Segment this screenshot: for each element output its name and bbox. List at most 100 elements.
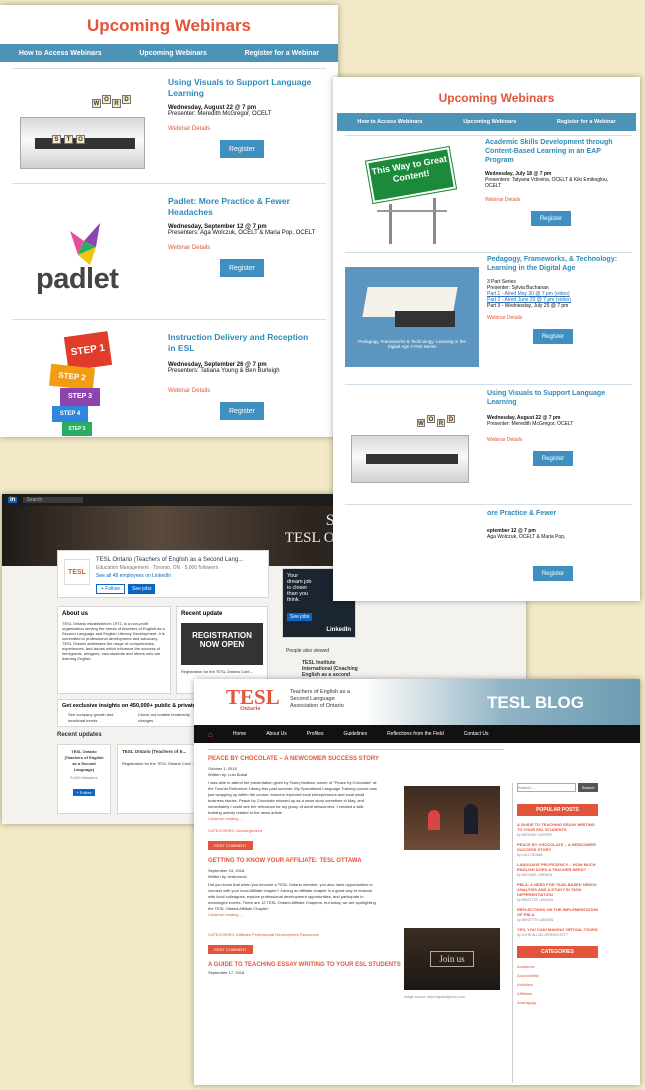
webinar-title[interactable]: Using Visuals to Support Language Learni…	[168, 77, 318, 99]
webinars-title: Upcoming Webinars	[438, 91, 555, 105]
padlet-logo-text: padlet	[36, 263, 119, 295]
steps-image: STEP 1 STEP 2 STEP 3 STEP 4 STEP 5	[12, 326, 160, 437]
related-org[interactable]: TESL Institute International (Coaching E…	[302, 660, 362, 678]
category-link[interactable]: Andragogy	[517, 1000, 598, 1006]
continue-reading[interactable]: Continue reading →	[208, 912, 504, 918]
webinar-item: W O R D Using Visuals to Support Languag…	[345, 385, 632, 505]
webinars-nav: How to Access Webinars Upcoming Webinars…	[0, 44, 338, 62]
nav-register[interactable]: Register for a Webinar	[245, 50, 320, 57]
webinar-item: Pedagogy, Frameworks & Technology: Learn…	[345, 253, 632, 385]
register-button[interactable]: Register	[220, 140, 264, 158]
webinar-item: ore Practice & Fewer eptember 12 @ 7 pm …	[345, 505, 632, 601]
blog-sidebar: Search POPULAR POSTS A GUIDE TO TEACHING…	[512, 783, 598, 1083]
category-link[interactable]: Affiliates	[517, 991, 598, 997]
about-title: About us	[62, 611, 88, 617]
org-full-name: Teachers of English as a Second Language…	[290, 689, 350, 709]
post-excerpt: I was able to attend the presentation gi…	[208, 780, 377, 815]
post-title[interactable]: GETTING TO KNOW YOUR AFFILIATE: TESL OTT…	[208, 858, 504, 864]
webinar-title[interactable]: Academic Skills Development through Cont…	[485, 138, 624, 165]
webinars-panel-left: Upcoming Webinars How to Access Webinars…	[0, 5, 338, 437]
categories-list: Academic Accessibility Activities Affili…	[517, 964, 598, 1006]
tesl-blog-panel: TESL Ontario Teachers of English as a Se…	[194, 679, 640, 1085]
tesl-logo: TESL Ontario	[226, 685, 280, 712]
post-excerpt: Did you know that when you become a TESL…	[208, 882, 376, 911]
post-comment-button[interactable]: POST COMMENT	[208, 841, 253, 850]
about-text: TESL Ontario established in 1972, is a n…	[62, 621, 165, 661]
followers: 5,000 followers	[70, 775, 98, 780]
webinar-title[interactable]: Using Visuals to Support Language Learni…	[487, 389, 624, 407]
reg-banner-line2: NOW OPEN	[199, 640, 245, 649]
popular-item[interactable]: PEACE BY CHOCOLATE – A NEWCOMER SUCCESS …	[517, 842, 598, 858]
webinar-details-link[interactable]: Webinar Details	[487, 315, 624, 321]
org-card: TESL TESL Ontario (Teachers of English a…	[57, 550, 269, 598]
category-link[interactable]: Accessibility	[517, 973, 598, 979]
see-jobs-button[interactable]: See jobs	[128, 584, 156, 594]
popular-item[interactable]: PBLA: A NEED FOR TASK-BASED NEEDS ANALYS…	[517, 882, 598, 903]
follow-button-2[interactable]: + Follow	[73, 789, 95, 796]
nav-guidelines[interactable]: Guidelines	[343, 731, 367, 737]
webinar-item: STEP 1 STEP 2 STEP 3 STEP 4 STEP 5 Instr…	[12, 320, 326, 437]
about-card: About us TESL Ontario established in 197…	[57, 606, 171, 694]
nav-reflections[interactable]: Reflections from the Field	[387, 731, 444, 737]
org-meta: Education Management · Toronto, ON · 5,0…	[96, 565, 219, 571]
part-3: Part 3 - Wednesday, July 25 @ 7 pm	[487, 303, 569, 309]
recent-updates-title: Recent updates	[57, 732, 102, 738]
category-link[interactable]: Academic	[517, 964, 598, 970]
sign-text: This Way to Great Content!	[364, 145, 458, 205]
webinar-presenter: Presenters: Tatiana Young & Ben Burleigh	[168, 368, 280, 374]
popular-item[interactable]: A GUIDE TO TEACHING ESSAY WRITING TO YOU…	[517, 822, 598, 838]
register-button[interactable]: Register	[220, 402, 264, 420]
insight-2: Check out notable leadership changes	[138, 712, 190, 723]
insight-1: See company growth and functional trends	[68, 712, 114, 723]
webinar-details-link[interactable]: Webinar Details	[168, 388, 318, 394]
nav-upcoming[interactable]: Upcoming Webinars	[139, 50, 207, 57]
follow-button[interactable]: + Follow	[96, 584, 125, 594]
home-icon[interactable]: ⌂	[208, 730, 213, 739]
register-button[interactable]: Register	[533, 566, 573, 581]
image-credit: Image source: www.bigstockphoto.com	[404, 995, 465, 999]
nav-register[interactable]: Register for a Webinar	[557, 119, 616, 125]
post-title[interactable]: PEACE BY CHOCOLATE – A NEWCOMER SUCCESS …	[208, 756, 504, 762]
people-viewed: People also viewed	[286, 648, 330, 654]
employees-link[interactable]: See all 48 employees on LinkedIn	[96, 573, 171, 579]
popular-item[interactable]: REFLECTIONS ON THE IMPLEMENTATION OF PBL…	[517, 907, 598, 923]
ad-button[interactable]: See jobs	[287, 613, 313, 621]
registration-image[interactable]: REGISTRATION NOW OPEN	[181, 623, 263, 665]
linkedin-search[interactable]: Search	[23, 497, 84, 503]
blog-nav: ⌂ Home About Us Profiles Guidelines Refl…	[194, 725, 640, 743]
nav-upcoming[interactable]: Upcoming Webinars	[463, 119, 516, 125]
webinar-details-link[interactable]: Webinar Details	[487, 437, 624, 443]
post-card: TESL Ontario (Teachers of English as a S…	[57, 744, 111, 814]
webinar-details-link[interactable]: Webinar Details	[168, 245, 318, 251]
nav-contact[interactable]: Contact Us	[464, 731, 489, 737]
webinar-title[interactable]: Padlet: More Practice & Fewer Headaches	[168, 196, 318, 218]
book-image: W O R D S T O	[12, 73, 160, 181]
blog-banner-title: TESL BLOG	[487, 693, 584, 712]
nav-home[interactable]: Home	[233, 731, 246, 737]
register-button[interactable]: Register	[533, 329, 573, 344]
nav-how-to-access[interactable]: How to Access Webinars	[19, 50, 102, 57]
webinar-item: W O R D S T O Using Visuals to Support L…	[12, 68, 326, 184]
nav-profiles[interactable]: Profiles	[307, 731, 324, 737]
search-input[interactable]	[517, 783, 577, 792]
register-button[interactable]: Register	[220, 259, 264, 277]
post-author: Written by: Lulu Bobal	[208, 772, 248, 777]
register-button[interactable]: Register	[533, 451, 573, 466]
reg-caption: Registration for the TESL Ontario Conf..…	[181, 669, 253, 674]
great-content-sign: This Way to Great Content!	[345, 140, 477, 250]
webinar-title[interactable]: Instruction Delivery and Reception in ES…	[168, 332, 318, 354]
post-comment-button[interactable]: POST COMMENT	[208, 945, 253, 954]
webinar-details-link[interactable]: Webinar Details	[485, 197, 624, 203]
nav-how-to-access[interactable]: How to Access Webinars	[357, 119, 422, 125]
webinar-title[interactable]: Pedagogy, Frameworks, & Technology: Lear…	[487, 255, 624, 273]
popular-item[interactable]: LANGUAGE PROFICIENCY – HOW MUCH ENGLISH …	[517, 862, 598, 878]
blog-main: PEACE BY CHOCOLATE – A NEWCOMER SUCCESS …	[208, 749, 504, 1083]
webinar-title-partial[interactable]: ore Practice & Fewer	[487, 509, 624, 518]
post-org: TESL Ontario (Teachers of English as a S…	[64, 749, 104, 772]
popular-item[interactable]: YES, YOU CAN! MAKING VIRTUAL TOURS by JOH…	[517, 927, 598, 938]
register-button[interactable]: Register	[531, 211, 571, 226]
nav-about[interactable]: About Us	[266, 731, 287, 737]
search-button[interactable]: Search	[578, 783, 598, 792]
category-link[interactable]: Activities	[517, 982, 598, 988]
webinar-details-link[interactable]: Webinar Details	[168, 126, 318, 132]
